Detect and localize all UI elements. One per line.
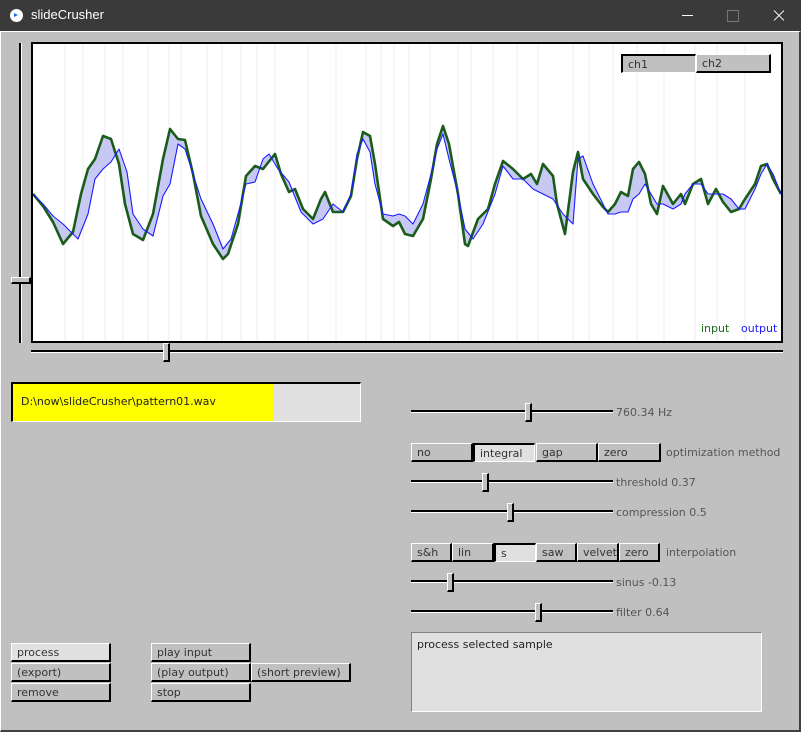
close-button[interactable]	[755, 0, 801, 31]
export-button[interactable]: (export)	[11, 663, 111, 682]
filter-label: filter 0.64	[616, 606, 670, 619]
slider-thumb[interactable]	[507, 503, 514, 522]
waveform-grid	[64, 44, 746, 341]
compression-label: compression 0.5	[616, 506, 707, 519]
vertical-zoom-slider-thumb[interactable]	[11, 277, 31, 284]
slider-track	[31, 350, 783, 353]
threshold-label: threshold 0.37	[616, 476, 696, 489]
interpolation-velvet-button[interactable]: velvet	[577, 543, 619, 562]
app-icon	[10, 9, 23, 22]
interpolation-label: interpolation	[666, 546, 737, 559]
file-path-text: D:\now\slideCrusher\pattern01.wav	[21, 395, 216, 408]
window-title: slideCrusher	[31, 7, 104, 22]
minimize-button[interactable]	[664, 0, 710, 31]
slider-track	[411, 410, 613, 413]
waveform-scroll-slider[interactable]	[31, 343, 783, 362]
status-message-box: process selected sample	[411, 632, 762, 712]
frequency-label: 760.34 Hz	[616, 406, 673, 419]
short-preview-button[interactable]: (short preview)	[251, 663, 351, 682]
slider-track	[411, 580, 613, 583]
waveform-plot	[33, 44, 781, 341]
slider-thumb[interactable]	[447, 573, 454, 592]
channel-2-button[interactable]: ch2	[696, 54, 771, 73]
optimization-method-label: optimization method	[666, 446, 781, 459]
file-path-field[interactable]: D:\now\slideCrusher\pattern01.wav	[11, 382, 361, 422]
optimization-zero-button[interactable]: zero	[598, 443, 661, 462]
play-output-button[interactable]: (play output)	[151, 663, 251, 682]
interpolation-lin-button[interactable]: lin	[452, 543, 494, 562]
sinus-label: sinus -0.13	[616, 576, 677, 589]
waveform-display[interactable]: ch1 ch2 input output	[31, 42, 783, 343]
channel-1-button[interactable]: ch1	[621, 54, 696, 73]
compression-slider[interactable]	[411, 503, 613, 522]
threshold-slider[interactable]	[411, 473, 613, 492]
interpolation-saw-button[interactable]: saw	[536, 543, 577, 562]
title-bar: slideCrusher	[0, 0, 801, 31]
slider-thumb[interactable]	[482, 473, 489, 492]
remove-button[interactable]: remove	[11, 683, 111, 702]
legend-input: input	[701, 322, 730, 335]
stop-button[interactable]: stop	[151, 683, 251, 702]
frequency-slider[interactable]	[411, 403, 613, 422]
status-message: process selected sample	[417, 638, 553, 651]
legend-output: output	[741, 322, 778, 335]
filter-slider[interactable]	[411, 603, 613, 622]
slider-thumb[interactable]	[525, 403, 532, 422]
slider-track	[411, 610, 613, 613]
optimization-integral-button[interactable]: integral	[473, 443, 535, 462]
maximize-button[interactable]	[710, 0, 756, 31]
slider-track	[411, 480, 613, 483]
optimization-gap-button[interactable]: gap	[536, 443, 598, 462]
slider-thumb[interactable]	[163, 343, 170, 362]
optimization-no-button[interactable]: no	[411, 443, 473, 462]
interpolation-s-button[interactable]: s	[494, 543, 536, 562]
interpolation-zero-button[interactable]: zero	[619, 543, 660, 562]
interpolation-sh-button[interactable]: s&h	[411, 543, 452, 562]
sinus-slider[interactable]	[411, 573, 613, 592]
vertical-zoom-slider-track[interactable]	[19, 43, 22, 343]
play-input-button[interactable]: play input	[151, 643, 251, 662]
difference-fill	[33, 126, 781, 259]
input-waveform	[33, 124, 781, 261]
process-button[interactable]: process	[11, 643, 111, 662]
slider-thumb[interactable]	[535, 603, 542, 622]
